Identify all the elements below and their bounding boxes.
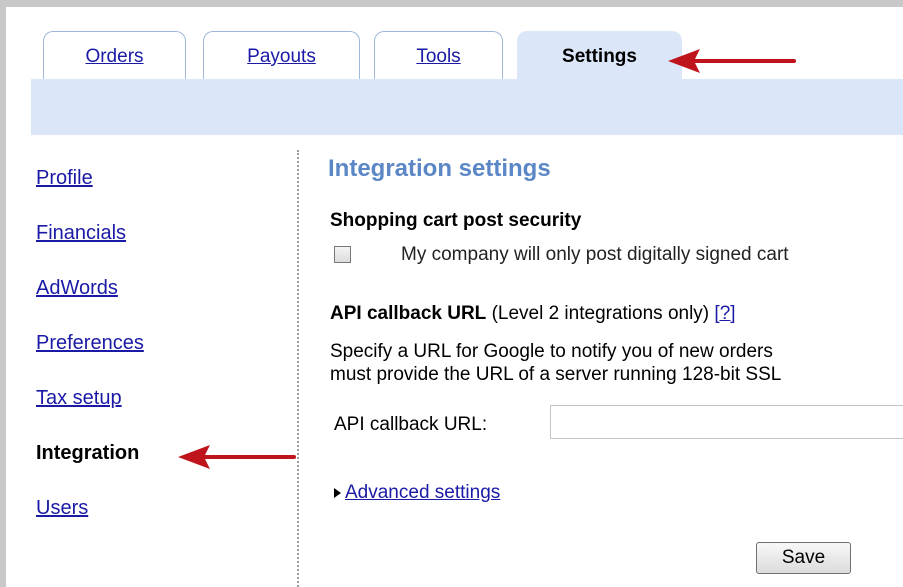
api-callback-note: (Level 2 integrations only) [491, 303, 710, 324]
sidebar-item-integration: Integration [36, 442, 140, 464]
sidebar-divider [297, 150, 299, 587]
advanced-settings-toggle[interactable]: Advanced settings [334, 482, 500, 504]
signed-cart-label: My company will only post digitally sign… [401, 244, 789, 265]
api-callback-description: Specify a URL for Google to notify you o… [330, 340, 781, 386]
api-callback-url-label: API callback URL: [334, 414, 488, 435]
arrow-annotation-integration [178, 445, 296, 469]
api-callback-url-input[interactable] [550, 405, 903, 439]
settings-frame: Orders Payouts Tools Settings Profile Fi… [6, 7, 903, 587]
tab-payouts-label[interactable]: Payouts [247, 46, 316, 67]
tab-settings-label: Settings [562, 46, 637, 67]
sidebar-item-profile[interactable]: Profile [36, 167, 93, 190]
sidebar-item-tax-setup[interactable]: Tax setup [36, 387, 122, 410]
tab-orders[interactable]: Orders [43, 31, 186, 82]
api-callback-heading-line: API callback URL (Level 2 integrations o… [330, 303, 736, 325]
api-callback-description-line2: must provide the URL of a server running… [330, 364, 782, 385]
api-callback-help-link[interactable]: [?] [714, 303, 735, 324]
save-button[interactable]: Save [756, 542, 851, 574]
page-title: Integration settings [328, 155, 551, 182]
expand-triangle-icon[interactable] [334, 487, 341, 498]
tab-strip [31, 79, 903, 135]
tab-settings[interactable]: Settings [517, 31, 682, 83]
api-callback-heading: API callback URL [330, 303, 487, 324]
advanced-settings-link[interactable]: Advanced settings [345, 482, 500, 503]
api-callback-description-line1: Specify a URL for Google to notify you o… [330, 341, 773, 362]
sidebar-item-financials[interactable]: Financials [36, 222, 126, 245]
tab-payouts[interactable]: Payouts [203, 31, 360, 82]
arrow-annotation-settings [668, 49, 796, 73]
sidebar-item-users[interactable]: Users [36, 497, 88, 520]
sidebar-item-preferences[interactable]: Preferences [36, 332, 144, 355]
cart-security-heading: Shopping cart post security [330, 210, 582, 231]
tab-orders-label[interactable]: Orders [85, 46, 143, 67]
tab-tools[interactable]: Tools [374, 31, 503, 82]
tab-tools-label[interactable]: Tools [416, 46, 460, 67]
signed-cart-checkbox[interactable] [334, 246, 351, 263]
sidebar-item-adwords[interactable]: AdWords [36, 277, 118, 300]
